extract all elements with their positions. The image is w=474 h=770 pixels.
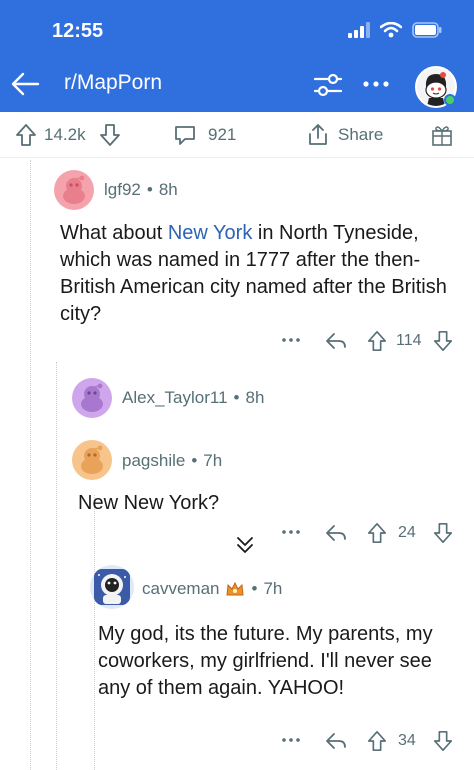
vote-count: 24	[398, 524, 416, 541]
award-button[interactable]	[430, 112, 454, 158]
post-action-bar: 14.2k 921 Share	[0, 112, 474, 158]
share-button[interactable]: Share	[306, 112, 383, 158]
snoo-avatar-icon	[81, 383, 103, 412]
downvote-arrow-icon[interactable]	[432, 329, 454, 353]
comment-body: My god, its the future. My parents, my c…	[98, 623, 433, 699]
comment-meta: pagshile • 7h	[122, 451, 222, 471]
comment-text: What about	[60, 222, 168, 244]
more-options-icon[interactable]	[360, 72, 392, 96]
post-vote-count: 14.2k	[44, 125, 86, 144]
vote-count: 34	[398, 732, 416, 749]
gift-icon	[432, 126, 452, 146]
comment-meta: cavveman • 7h	[142, 579, 282, 599]
meta-separator: •	[191, 451, 198, 470]
meta-separator: •	[146, 180, 153, 199]
wifi-icon	[380, 22, 402, 38]
more-options-icon[interactable]	[280, 732, 302, 748]
comment-meta: Alex_Taylor11 • 8h	[122, 388, 264, 408]
reply-icon[interactable]	[324, 522, 348, 544]
share-label: Share	[338, 125, 384, 144]
comment-username[interactable]: Alex_Taylor11	[122, 388, 228, 408]
comment-username[interactable]: lgf92	[104, 180, 141, 200]
battery-icon	[412, 22, 442, 38]
post-upvote-button[interactable]	[14, 112, 38, 158]
crown-badge-icon	[226, 581, 245, 596]
post-comments-button[interactable]: 921	[172, 112, 236, 158]
avatar[interactable]	[90, 565, 134, 609]
comment-meta: lgf92 • 8h	[104, 180, 178, 200]
comment-bubble-icon	[175, 126, 195, 145]
avatar[interactable]	[72, 378, 112, 418]
thread-line[interactable]	[30, 160, 31, 770]
subreddit-title[interactable]: r/MapPorn	[64, 71, 162, 95]
signal-icon	[348, 22, 370, 38]
post-comment-count: 921	[208, 125, 237, 144]
online-status-dot	[444, 94, 456, 106]
double-chevron-down-icon	[237, 537, 253, 553]
comment-link[interactable]: New York	[168, 222, 253, 244]
downvote-arrow-icon[interactable]	[432, 729, 454, 753]
thread-line[interactable]	[56, 362, 57, 770]
comment-age: 7h	[203, 451, 223, 470]
meta-separator: •	[233, 388, 240, 407]
share-icon	[309, 124, 327, 145]
comment-body: New New York?	[78, 492, 220, 514]
comment-username[interactable]: cavveman	[142, 579, 219, 599]
upvote-arrow-icon[interactable]	[366, 729, 388, 753]
snoo-avatar-icon	[81, 445, 103, 474]
comment-age: 7h	[263, 579, 283, 598]
avatar[interactable]	[54, 170, 94, 210]
comment-body: What about New York in North Tyneside, w…	[60, 220, 460, 328]
expand-thread-button[interactable]	[228, 528, 262, 562]
downvote-arrow-icon	[100, 124, 120, 146]
comment-username[interactable]: pagshile	[122, 451, 185, 471]
more-options-icon[interactable]	[280, 332, 302, 348]
vote-count: 114	[396, 332, 422, 349]
upvote-arrow-icon[interactable]	[366, 329, 388, 353]
meta-separator: •	[251, 579, 258, 598]
post-downvote-button[interactable]	[98, 112, 122, 158]
upvote-arrow-icon	[16, 124, 36, 146]
snoo-avatar-icon	[63, 175, 85, 204]
reply-icon[interactable]	[324, 330, 348, 352]
app-header: 12:55 r/MapPorn	[0, 0, 474, 112]
back-arrow-icon[interactable]	[8, 66, 44, 102]
sort-filter-icon[interactable]	[312, 70, 344, 100]
thread-line[interactable]	[94, 495, 95, 770]
upvote-arrow-icon[interactable]	[366, 521, 388, 545]
status-icons	[348, 22, 442, 38]
astronaut-avatar-icon	[94, 569, 130, 605]
avatar[interactable]	[72, 440, 112, 480]
reply-icon[interactable]	[324, 730, 348, 752]
more-options-icon[interactable]	[280, 524, 302, 540]
comment-age: 8h	[245, 388, 265, 407]
comment-age: 8h	[158, 180, 178, 199]
status-time: 12:55	[52, 20, 104, 42]
downvote-arrow-icon[interactable]	[432, 521, 454, 545]
